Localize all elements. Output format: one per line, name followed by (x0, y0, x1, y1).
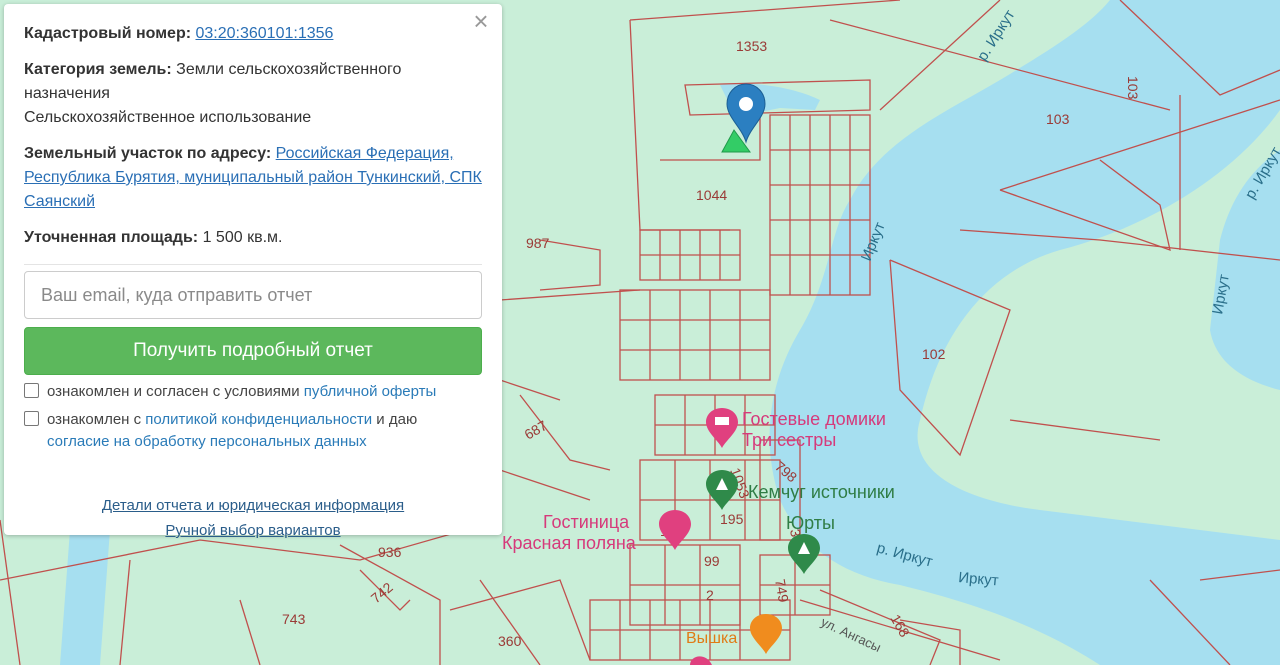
category-label: Категория земель: (24, 61, 172, 78)
personal-data-consent-link[interactable]: согласие на обработку персональных данны… (47, 433, 367, 450)
close-icon[interactable]: × (470, 8, 492, 34)
cadastral-number-link[interactable]: 03:20:360101:1356 (196, 25, 334, 42)
cadastral-row: Кадастровый номер: 03:20:360101:1356 (24, 22, 482, 46)
parcel-label: 360 (498, 633, 522, 649)
privacy-policy-link[interactable]: политикой конфиденциальности (145, 411, 372, 428)
parcel-label: 743 (282, 611, 306, 627)
svg-text:Красная поляна: Красная поляна (502, 533, 637, 553)
privacy-consent-row: ознакомлен с политикой конфиденциальност… (24, 409, 482, 453)
area-row: Уточненная площадь: 1 500 кв.м. (24, 226, 482, 250)
cadastral-label: Кадастровый номер: (24, 25, 192, 42)
svg-text:Гостиница: Гостиница (543, 512, 630, 532)
report-details-link[interactable]: Детали отчета и юридическая информация (102, 497, 404, 514)
svg-text:Три сестры: Три сестры (742, 430, 836, 450)
privacy-consent-checkbox[interactable] (24, 411, 39, 426)
parcel-label: 99 (704, 553, 720, 569)
parcel-info-panel: × Кадастровый номер: 03:20:360101:1356 К… (4, 4, 502, 539)
parcel-label: 103 (1046, 111, 1070, 127)
offer-consent-row: ознакомлен и согласен с условиями публич… (24, 381, 482, 403)
area-value: 1 500 кв.м. (202, 229, 283, 246)
svg-text:Юрты: Юрты (786, 513, 835, 533)
parcel-label: 102 (922, 346, 946, 362)
manual-selection-link[interactable]: Ручной выбор вариантов (165, 522, 340, 539)
public-offer-link[interactable]: публичной оферты (304, 383, 437, 400)
area-label: Уточненная площадь: (24, 229, 199, 246)
privacy-consent-text-b: и даю (372, 411, 418, 428)
address-row: Земельный участок по адресу: Российская … (24, 142, 482, 214)
get-report-button[interactable]: Получить подробный отчет (24, 327, 482, 375)
email-input[interactable] (24, 271, 482, 319)
offer-consent-text: ознакомлен и согласен с условиями (47, 383, 304, 400)
svg-text:Кемчуг источники: Кемчуг источники (748, 482, 895, 502)
river-label: Иркут (958, 569, 1000, 589)
parcel-label: 1353 (736, 38, 767, 54)
parcel-label: 2 (706, 587, 714, 603)
svg-text:Вышка: Вышка (686, 630, 737, 647)
category-row: Категория земель: Земли сельскохозяйстве… (24, 58, 482, 130)
parcel-label: 195 (720, 511, 744, 527)
offer-consent-checkbox[interactable] (24, 383, 39, 398)
parcel-label: 1044 (696, 187, 727, 203)
svg-text:Гостевые домики: Гостевые домики (742, 409, 886, 429)
parcel-label: 987 (526, 235, 550, 251)
address-label: Земельный участок по адресу: (24, 145, 272, 162)
usage-value: Сельскохозяйственное использование (24, 109, 312, 126)
divider (24, 264, 482, 265)
parcel-label: 936 (378, 544, 402, 560)
footer-links: Детали отчета и юридическая информация Р… (24, 493, 482, 543)
privacy-consent-text-a: ознакомлен с (47, 411, 146, 428)
parcel-label: 103 (1125, 76, 1141, 100)
